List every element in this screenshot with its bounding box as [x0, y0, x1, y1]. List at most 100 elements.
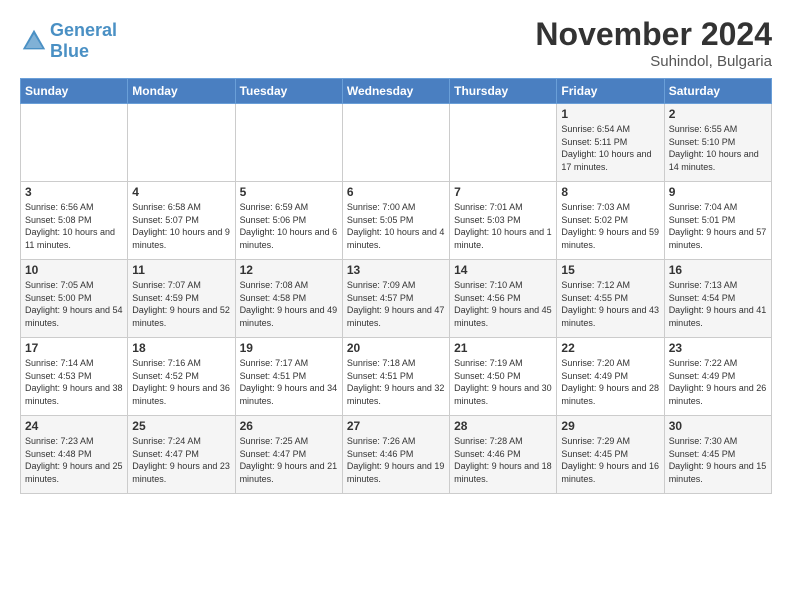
- day-cell: 1 Sunrise: 6:54 AM Sunset: 5:11 PM Daylig…: [557, 104, 664, 182]
- day-number: 15: [561, 263, 659, 277]
- day-cell: 20 Sunrise: 7:18 AM Sunset: 4:51 PM Dayli…: [342, 338, 449, 416]
- day-number: 23: [669, 341, 767, 355]
- day-info: Sunrise: 7:09 AM Sunset: 4:57 PM Dayligh…: [347, 279, 445, 329]
- day-number: 9: [669, 185, 767, 199]
- day-cell: 14 Sunrise: 7:10 AM Sunset: 4:56 PM Dayli…: [450, 260, 557, 338]
- day-number: 24: [25, 419, 123, 433]
- week-row-3: 10 Sunrise: 7:05 AM Sunset: 5:00 PM Dayli…: [21, 260, 772, 338]
- day-cell: 11 Sunrise: 7:07 AM Sunset: 4:59 PM Dayli…: [128, 260, 235, 338]
- day-number: 21: [454, 341, 552, 355]
- day-cell: [342, 104, 449, 182]
- day-cell: 30 Sunrise: 7:30 AM Sunset: 4:45 PM Dayli…: [664, 416, 771, 494]
- logo: General Blue: [20, 20, 117, 62]
- col-header-sunday: Sunday: [21, 79, 128, 104]
- day-number: 22: [561, 341, 659, 355]
- day-number: 3: [25, 185, 123, 199]
- col-header-monday: Monday: [128, 79, 235, 104]
- week-row-1: 1 Sunrise: 6:54 AM Sunset: 5:11 PM Daylig…: [21, 104, 772, 182]
- day-info: Sunrise: 7:25 AM Sunset: 4:47 PM Dayligh…: [240, 435, 338, 485]
- day-info: Sunrise: 7:13 AM Sunset: 4:54 PM Dayligh…: [669, 279, 767, 329]
- day-cell: 5 Sunrise: 6:59 AM Sunset: 5:06 PM Daylig…: [235, 182, 342, 260]
- day-number: 20: [347, 341, 445, 355]
- day-info: Sunrise: 6:58 AM Sunset: 5:07 PM Dayligh…: [132, 201, 230, 251]
- day-info: Sunrise: 7:05 AM Sunset: 5:00 PM Dayligh…: [25, 279, 123, 329]
- col-header-thursday: Thursday: [450, 79, 557, 104]
- day-info: Sunrise: 7:04 AM Sunset: 5:01 PM Dayligh…: [669, 201, 767, 251]
- day-number: 2: [669, 107, 767, 121]
- day-info: Sunrise: 7:23 AM Sunset: 4:48 PM Dayligh…: [25, 435, 123, 485]
- day-number: 10: [25, 263, 123, 277]
- day-number: 30: [669, 419, 767, 433]
- day-info: Sunrise: 7:29 AM Sunset: 4:45 PM Dayligh…: [561, 435, 659, 485]
- day-info: Sunrise: 7:17 AM Sunset: 4:51 PM Dayligh…: [240, 357, 338, 407]
- day-cell: 8 Sunrise: 7:03 AM Sunset: 5:02 PM Daylig…: [557, 182, 664, 260]
- location-subtitle: Suhindol, Bulgaria: [535, 53, 772, 70]
- day-cell: [235, 104, 342, 182]
- week-row-5: 24 Sunrise: 7:23 AM Sunset: 4:48 PM Dayli…: [21, 416, 772, 494]
- day-info: Sunrise: 6:55 AM Sunset: 5:10 PM Dayligh…: [669, 123, 767, 173]
- day-number: 18: [132, 341, 230, 355]
- day-number: 13: [347, 263, 445, 277]
- day-cell: [21, 104, 128, 182]
- day-cell: 6 Sunrise: 7:00 AM Sunset: 5:05 PM Daylig…: [342, 182, 449, 260]
- day-number: 6: [347, 185, 445, 199]
- col-header-friday: Friday: [557, 79, 664, 104]
- day-info: Sunrise: 7:18 AM Sunset: 4:51 PM Dayligh…: [347, 357, 445, 407]
- day-number: 8: [561, 185, 659, 199]
- day-cell: 3 Sunrise: 6:56 AM Sunset: 5:08 PM Daylig…: [21, 182, 128, 260]
- day-info: Sunrise: 7:16 AM Sunset: 4:52 PM Dayligh…: [132, 357, 230, 407]
- day-cell: 22 Sunrise: 7:20 AM Sunset: 4:49 PM Dayli…: [557, 338, 664, 416]
- col-header-tuesday: Tuesday: [235, 79, 342, 104]
- page: General Blue November 2024 Suhindol, Bul…: [0, 0, 792, 612]
- day-info: Sunrise: 7:07 AM Sunset: 4:59 PM Dayligh…: [132, 279, 230, 329]
- day-cell: 23Sunrise: 7:22 AM Sunset: 4:49 PM Dayli…: [664, 338, 771, 416]
- day-number: 26: [240, 419, 338, 433]
- day-info: Sunrise: 7:10 AM Sunset: 4:56 PM Dayligh…: [454, 279, 552, 329]
- calendar-header-row: SundayMondayTuesdayWednesdayThursdayFrid…: [21, 79, 772, 104]
- calendar-table: SundayMondayTuesdayWednesdayThursdayFrid…: [20, 78, 772, 494]
- day-cell: 2 Sunrise: 6:55 AM Sunset: 5:10 PM Daylig…: [664, 104, 771, 182]
- day-info: Sunrise: 6:54 AM Sunset: 5:11 PM Dayligh…: [561, 123, 659, 173]
- day-info: Sunrise: 7:14 AM Sunset: 4:53 PM Dayligh…: [25, 357, 123, 407]
- day-cell: 10 Sunrise: 7:05 AM Sunset: 5:00 PM Dayli…: [21, 260, 128, 338]
- day-info: Sunrise: 7:26 AM Sunset: 4:46 PM Dayligh…: [347, 435, 445, 485]
- day-info: Sunrise: 7:03 AM Sunset: 5:02 PM Dayligh…: [561, 201, 659, 251]
- day-cell: 28Sunrise: 7:28 AM Sunset: 4:46 PM Dayli…: [450, 416, 557, 494]
- day-cell: 25Sunrise: 7:24 AM Sunset: 4:47 PM Dayli…: [128, 416, 235, 494]
- day-number: 14: [454, 263, 552, 277]
- day-cell: 13 Sunrise: 7:09 AM Sunset: 4:57 PM Dayli…: [342, 260, 449, 338]
- logo-general: General: [50, 20, 117, 41]
- day-number: 28: [454, 419, 552, 433]
- day-cell: 15 Sunrise: 7:12 AM Sunset: 4:55 PM Dayli…: [557, 260, 664, 338]
- logo-icon: [20, 27, 48, 55]
- day-info: Sunrise: 7:00 AM Sunset: 5:05 PM Dayligh…: [347, 201, 445, 251]
- day-number: 12: [240, 263, 338, 277]
- day-info: Sunrise: 6:59 AM Sunset: 5:06 PM Dayligh…: [240, 201, 338, 251]
- day-info: Sunrise: 7:08 AM Sunset: 4:58 PM Dayligh…: [240, 279, 338, 329]
- col-header-saturday: Saturday: [664, 79, 771, 104]
- day-info: Sunrise: 7:24 AM Sunset: 4:47 PM Dayligh…: [132, 435, 230, 485]
- day-info: Sunrise: 7:30 AM Sunset: 4:45 PM Dayligh…: [669, 435, 767, 485]
- day-info: Sunrise: 7:12 AM Sunset: 4:55 PM Dayligh…: [561, 279, 659, 329]
- day-number: 29: [561, 419, 659, 433]
- day-info: Sunrise: 7:19 AM Sunset: 4:50 PM Dayligh…: [454, 357, 552, 407]
- day-cell: [450, 104, 557, 182]
- day-number: 7: [454, 185, 552, 199]
- day-cell: [128, 104, 235, 182]
- day-number: 11: [132, 263, 230, 277]
- day-info: Sunrise: 6:56 AM Sunset: 5:08 PM Dayligh…: [25, 201, 123, 251]
- day-cell: 7Sunrise: 7:01 AM Sunset: 5:03 PM Daylig…: [450, 182, 557, 260]
- day-cell: 19 Sunrise: 7:17 AM Sunset: 4:51 PM Dayli…: [235, 338, 342, 416]
- logo-text: General Blue: [50, 20, 117, 62]
- day-cell: 17Sunrise: 7:14 AM Sunset: 4:53 PM Dayli…: [21, 338, 128, 416]
- day-cell: 26 Sunrise: 7:25 AM Sunset: 4:47 PM Dayli…: [235, 416, 342, 494]
- week-row-2: 3 Sunrise: 6:56 AM Sunset: 5:08 PM Daylig…: [21, 182, 772, 260]
- col-header-wednesday: Wednesday: [342, 79, 449, 104]
- day-number: 5: [240, 185, 338, 199]
- day-number: 19: [240, 341, 338, 355]
- day-number: 27: [347, 419, 445, 433]
- day-cell: 18 Sunrise: 7:16 AM Sunset: 4:52 PM Dayli…: [128, 338, 235, 416]
- day-number: 1: [561, 107, 659, 121]
- day-cell: 9 Sunrise: 7:04 AM Sunset: 5:01 PM Daylig…: [664, 182, 771, 260]
- day-info: Sunrise: 7:20 AM Sunset: 4:49 PM Dayligh…: [561, 357, 659, 407]
